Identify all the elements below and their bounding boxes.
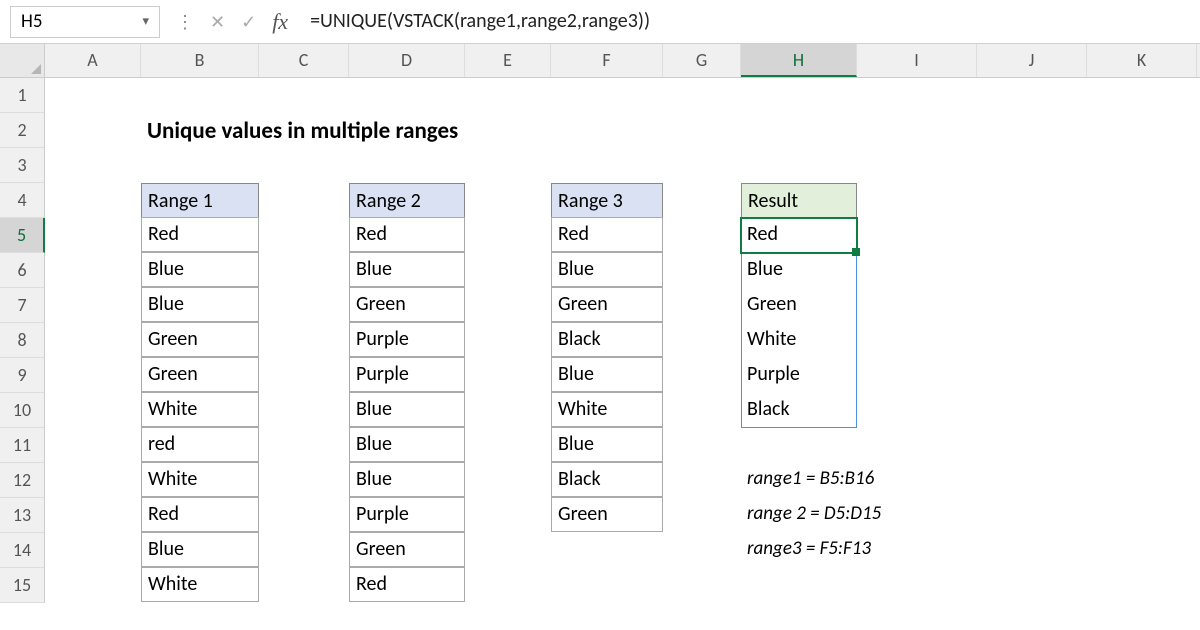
col-header-b[interactable]: B bbox=[141, 44, 259, 77]
cell-d14[interactable]: Green bbox=[349, 532, 465, 567]
row-header-12[interactable]: 12 bbox=[0, 463, 45, 498]
chevron-down-icon[interactable]: ▾ bbox=[142, 14, 149, 29]
row-header-5[interactable]: 5 bbox=[0, 218, 45, 253]
col-header-k[interactable]: K bbox=[1087, 44, 1197, 77]
name-box[interactable]: H5 ▾ bbox=[10, 6, 160, 38]
cell-h8[interactable]: White bbox=[741, 323, 857, 358]
select-all-corner[interactable] bbox=[0, 44, 45, 77]
cell-b14[interactable]: Blue bbox=[141, 532, 259, 567]
note-range3[interactable]: range3 = F5:F13 bbox=[741, 533, 1001, 568]
header-range2[interactable]: Range 2 bbox=[349, 183, 465, 218]
row-header-10[interactable]: 10 bbox=[0, 393, 45, 428]
col-header-g[interactable]: G bbox=[663, 44, 741, 77]
cell-f12[interactable]: Black bbox=[551, 462, 663, 497]
cell-b10[interactable]: White bbox=[141, 392, 259, 427]
col-header-a[interactable]: A bbox=[45, 44, 141, 77]
row-header-15[interactable]: 15 bbox=[0, 568, 45, 603]
note-range2[interactable]: range 2 = D5:D15 bbox=[741, 498, 1001, 533]
cell-b12[interactable]: White bbox=[141, 462, 259, 497]
column-headers: A B C D E F G H I J K bbox=[0, 44, 1200, 78]
cell-d13[interactable]: Purple bbox=[349, 497, 465, 532]
row-header-1[interactable]: 1 bbox=[0, 78, 45, 113]
col-header-i[interactable]: I bbox=[857, 44, 977, 77]
cell-b9[interactable]: Green bbox=[141, 357, 259, 392]
row-header-9[interactable]: 9 bbox=[0, 358, 45, 393]
cell-f8[interactable]: Black bbox=[551, 322, 663, 357]
row-header-7[interactable]: 7 bbox=[0, 288, 45, 323]
formula-bar: H5 ▾ ⋮ ✕ ✓ fx =UNIQUE(VSTACK(range1,rang… bbox=[0, 0, 1200, 44]
cell-b13[interactable]: Red bbox=[141, 497, 259, 532]
cell-f9[interactable]: Blue bbox=[551, 357, 663, 392]
cell-b15[interactable]: White bbox=[141, 567, 259, 602]
fill-handle[interactable] bbox=[852, 248, 860, 256]
cell-d6[interactable]: Blue bbox=[349, 252, 465, 287]
cell-d15[interactable]: Red bbox=[349, 567, 465, 602]
row-header-2[interactable]: 2 bbox=[0, 113, 45, 148]
cell-f5[interactable]: Red bbox=[551, 217, 663, 252]
note-range1[interactable]: range1 = B5:B16 bbox=[741, 463, 1001, 498]
row-header-13[interactable]: 13 bbox=[0, 498, 45, 533]
enter-icon[interactable]: ✓ bbox=[241, 11, 256, 33]
cell-d8[interactable]: Purple bbox=[349, 322, 465, 357]
cell-f10[interactable]: White bbox=[551, 392, 663, 427]
cell-d12[interactable]: Blue bbox=[349, 462, 465, 497]
row-header-4[interactable]: 4 bbox=[0, 183, 45, 218]
cell-f13[interactable]: Green bbox=[551, 497, 663, 532]
active-cell-selection bbox=[740, 217, 858, 254]
header-range3[interactable]: Range 3 bbox=[551, 183, 663, 218]
dots-icon: ⋮ bbox=[176, 11, 194, 33]
cell-f6[interactable]: Blue bbox=[551, 252, 663, 287]
col-header-e[interactable]: E bbox=[465, 44, 551, 77]
cell-b6[interactable]: Blue bbox=[141, 252, 259, 287]
cell-d11[interactable]: Blue bbox=[349, 427, 465, 462]
col-header-d[interactable]: D bbox=[349, 44, 465, 77]
cell-d10[interactable]: Blue bbox=[349, 392, 465, 427]
header-range1[interactable]: Range 1 bbox=[141, 183, 259, 218]
cell-b11[interactable]: red bbox=[141, 427, 259, 462]
name-box-value: H5 bbox=[21, 10, 42, 33]
cell-b8[interactable]: Green bbox=[141, 322, 259, 357]
col-header-j[interactable]: J bbox=[977, 44, 1087, 77]
row-header-3[interactable]: 3 bbox=[0, 148, 45, 183]
formula-bar-icons: ⋮ ✕ ✓ fx bbox=[164, 9, 300, 35]
row-header-8[interactable]: 8 bbox=[0, 323, 45, 358]
row-header-11[interactable]: 11 bbox=[0, 428, 45, 463]
col-header-h[interactable]: H bbox=[741, 44, 857, 77]
cell-h10[interactable]: Black bbox=[741, 393, 857, 428]
cell-h9[interactable]: Purple bbox=[741, 358, 857, 393]
row-header-6[interactable]: 6 bbox=[0, 253, 45, 288]
cell-b7[interactable]: Blue bbox=[141, 287, 259, 322]
row-header-14[interactable]: 14 bbox=[0, 533, 45, 568]
row-headers: 1 2 3 4 5 6 7 8 9 10 11 12 13 14 15 bbox=[0, 78, 45, 603]
cell-d9[interactable]: Purple bbox=[349, 357, 465, 392]
header-result[interactable]: Result bbox=[741, 183, 857, 218]
cell-h7[interactable]: Green bbox=[741, 288, 857, 323]
cell-f11[interactable]: Blue bbox=[551, 427, 663, 462]
formula-input[interactable]: =UNIQUE(VSTACK(range1,range2,range3)) bbox=[300, 6, 1200, 38]
cell-b5[interactable]: Red bbox=[141, 217, 259, 252]
cells-area[interactable]: Unique values in multiple ranges Range 1… bbox=[45, 78, 1200, 603]
page-title[interactable]: Unique values in multiple ranges bbox=[141, 113, 591, 148]
cancel-icon[interactable]: ✕ bbox=[210, 11, 225, 33]
fx-icon[interactable]: fx bbox=[272, 9, 288, 35]
col-header-c[interactable]: C bbox=[259, 44, 349, 77]
col-header-f[interactable]: F bbox=[551, 44, 663, 77]
cell-f7[interactable]: Green bbox=[551, 287, 663, 322]
cell-h6[interactable]: Blue bbox=[741, 253, 857, 288]
cell-d5[interactable]: Red bbox=[349, 217, 465, 252]
cell-d7[interactable]: Green bbox=[349, 287, 465, 322]
